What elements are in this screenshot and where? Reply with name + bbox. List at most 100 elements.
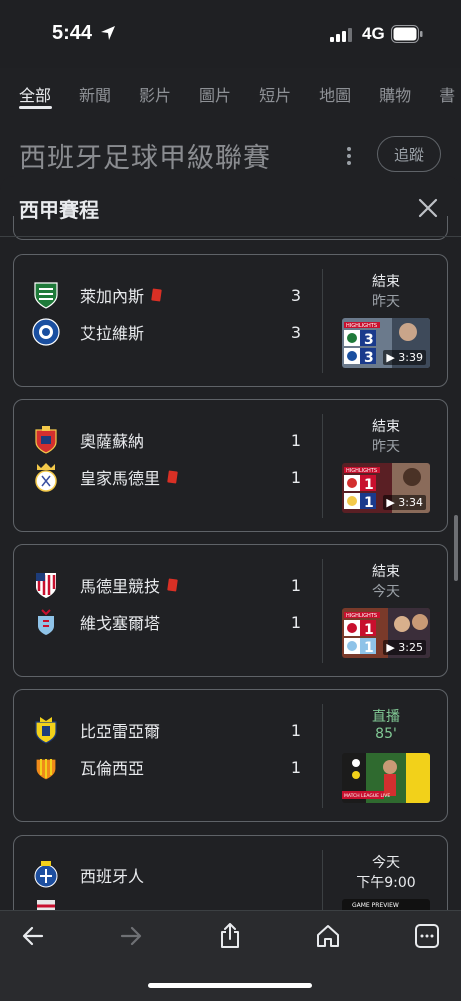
card-divider: [322, 414, 323, 518]
away-score: 1: [290, 468, 302, 487]
thumb-label: HIGHLIGHTS: [346, 323, 377, 329]
leganes-crest-icon: [32, 281, 60, 309]
away-score: 1: [290, 613, 302, 632]
signal-icon: [330, 28, 352, 42]
team-name: 維戈塞爾塔: [80, 614, 161, 633]
home-team: 奧薩蘇納: [32, 426, 144, 454]
match-card[interactable]: 馬德里競技 1 維戈塞爾塔 1 結束 今天 HIGHLIGHTS 1 1 ▶ 3…: [13, 544, 448, 677]
highlights-thumbnail[interactable]: HIGHLIGHTS 1 1 ▶ 3:25: [342, 608, 430, 658]
location-arrow-icon: [101, 26, 115, 40]
match-card[interactable]: 奧薩蘇納 1 皇家馬德里 1 結束 昨天 HIGHLIGHTS 1 1 ▶ 3:…: [13, 399, 448, 532]
thumb-label: HIGHLIGHTS: [346, 613, 377, 619]
red-card-icon: [167, 578, 178, 592]
thumb-score-home: 3: [364, 332, 374, 348]
tab-maps[interactable]: 地圖: [319, 82, 351, 106]
team-name: 比亞雷亞爾: [80, 722, 161, 741]
tab-images[interactable]: 圖片: [199, 82, 231, 106]
team-name: 馬德里競技: [80, 577, 161, 596]
match-status: 結束: [372, 564, 400, 580]
atletico-crest-icon: [32, 571, 60, 599]
match-time: 下午9:00: [356, 875, 416, 891]
highlights-thumbnail[interactable]: HIGHLIGHTS 1 1 ▶ 3:34: [342, 463, 430, 513]
home-team: 萊加內斯: [32, 281, 162, 309]
tab-shorts[interactable]: 短片: [259, 82, 291, 106]
celta-crest-icon: [32, 608, 60, 636]
team-name: 皇家馬德里: [80, 469, 161, 488]
battery-icon: [391, 25, 423, 43]
real-madrid-crest-icon: [32, 463, 60, 492]
red-card-icon: [167, 470, 178, 484]
card-divider: [322, 269, 323, 373]
sheet-divider: [0, 236, 461, 237]
tab-all[interactable]: 全部: [19, 82, 51, 106]
video-duration: ▶ 3:34: [383, 495, 426, 510]
home-score: 3: [290, 286, 302, 305]
red-card-icon: [151, 288, 162, 302]
tab-videos[interactable]: 影片: [139, 82, 171, 106]
home-indicator: [148, 983, 312, 988]
home-team: 比亞雷亞爾: [32, 716, 160, 744]
tab-shopping[interactable]: 購物: [379, 82, 411, 106]
share-icon[interactable]: [217, 923, 243, 949]
match-date: 昨天: [372, 294, 400, 310]
match-card[interactable]: 西班牙人 今天 下午9:00 GAME PREVIEW: [13, 835, 448, 911]
away-team: 瓦倫西亞: [32, 753, 144, 781]
espanyol-crest-icon: [32, 861, 60, 889]
match-status-live: 直播: [372, 709, 400, 725]
thumb-score-home: 1: [364, 477, 374, 493]
home-icon[interactable]: [315, 923, 341, 949]
home-score: 1: [290, 721, 302, 740]
tab-books[interactable]: 書: [439, 82, 455, 106]
network-type: 4G: [362, 24, 385, 43]
match-date: 昨天: [372, 439, 400, 455]
live-thumbnail[interactable]: MATCH LEAGUE LIVE: [342, 753, 430, 803]
away-score: 3: [290, 323, 302, 342]
team-name: 瓦倫西亞: [80, 759, 145, 778]
video-duration: ▶ 3:39: [383, 350, 426, 365]
highlights-thumbnail[interactable]: HIGHLIGHTS 3 3 ▶ 3:39: [342, 318, 430, 368]
away-team: 皇家馬德里: [32, 463, 178, 492]
page-title: 西班牙足球甲級聯賽: [19, 143, 271, 174]
valencia-crest-icon: [32, 753, 60, 781]
clock: 5:44: [52, 22, 93, 44]
match-card[interactable]: 比亞雷亞爾 1 瓦倫西亞 1 直播 85' MATCH LEAGUE LIVE: [13, 689, 448, 822]
home-team: 西班牙人: [32, 861, 144, 889]
away-score: 1: [290, 758, 302, 777]
match-date: 今天: [372, 584, 400, 600]
card-divider: [322, 850, 323, 911]
forward-icon[interactable]: [118, 923, 144, 949]
thumb-label: MATCH LEAGUE LIVE: [344, 793, 390, 799]
more-options-icon[interactable]: [344, 146, 354, 166]
alaves-crest-icon: [32, 318, 60, 346]
match-status: 結束: [372, 419, 400, 435]
thumb-score-away: 1: [364, 495, 374, 511]
active-tab-indicator: [19, 106, 52, 109]
tabs-icon[interactable]: [414, 923, 440, 949]
card-divider: [322, 559, 323, 663]
match-status: 結束: [372, 274, 400, 290]
thumb-label: GAME PREVIEW: [352, 902, 399, 909]
match-date: 今天: [372, 855, 400, 871]
tab-news[interactable]: 新聞: [79, 82, 111, 106]
osasuna-crest-icon: [32, 426, 60, 454]
thumb-score-home: 1: [364, 622, 374, 638]
home-team: 馬德里競技: [32, 571, 178, 599]
team-name: 艾拉維斯: [80, 324, 145, 343]
match-minute: 85': [375, 726, 397, 742]
home-score: 1: [290, 431, 302, 450]
card-divider: [322, 704, 323, 808]
team-name: 西班牙人: [80, 867, 145, 886]
status-bar: 5:44 4G: [0, 0, 461, 68]
search-tabs: 全部 新聞 影片 圖片 短片 地圖 購物 書: [19, 82, 461, 106]
thumb-label: HIGHLIGHTS: [346, 468, 377, 474]
back-icon[interactable]: [20, 923, 46, 949]
scrollbar[interactable]: [454, 515, 458, 581]
video-duration: ▶ 3:25: [383, 640, 426, 655]
follow-button[interactable]: 追蹤: [377, 136, 441, 172]
fixtures-sheet: 西甲賽程 萊加內斯 3 艾拉維斯 3 結束 昨天 HIGHLIGHTS 3 3 …: [0, 176, 461, 911]
team-name: 萊加內斯: [80, 287, 145, 306]
home-score: 1: [290, 576, 302, 595]
thumb-score-away: 1: [364, 640, 374, 656]
match-card[interactable]: 萊加內斯 3 艾拉維斯 3 結束 昨天 HIGHLIGHTS 3 3 ▶ 3:3…: [13, 254, 448, 387]
away-team: 維戈塞爾塔: [32, 608, 160, 636]
